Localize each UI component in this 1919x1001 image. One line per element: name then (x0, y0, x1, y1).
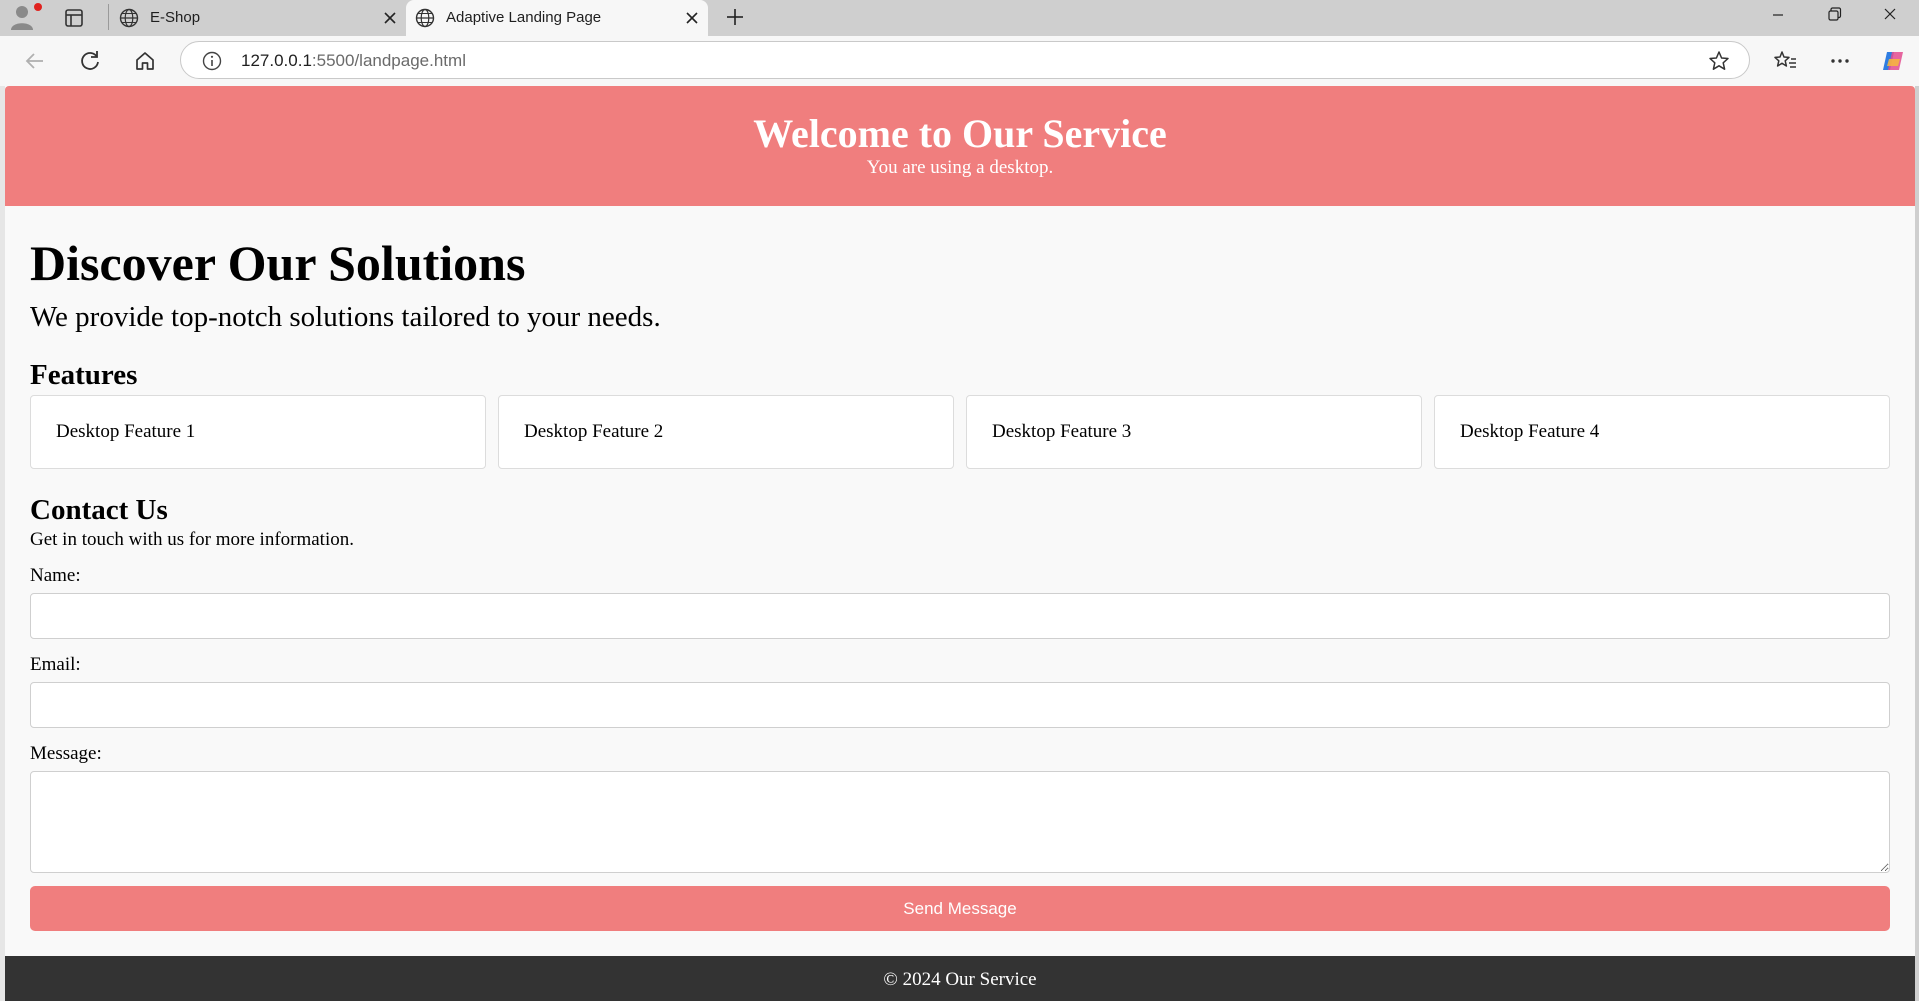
more-icon (1831, 59, 1849, 63)
hero-text: We provide top-notch solutions tailored … (30, 301, 661, 333)
feature-card: Desktop Feature 3 (966, 395, 1422, 469)
site-title: Welcome to Our Service (753, 111, 1167, 156)
features-list: Desktop Feature 1 Desktop Feature 2 Desk… (30, 395, 1890, 469)
url-host: 127.0.0.1 (241, 51, 312, 70)
notification-dot (34, 3, 42, 11)
message-label: Message: (30, 743, 102, 764)
reload-icon (81, 51, 99, 70)
minimize-icon (1773, 14, 1783, 16)
email-label: Email: (30, 654, 81, 675)
copilot-icon (1883, 52, 1903, 70)
tab-strip: E-Shop Adaptive Landing Page (0, 0, 1919, 36)
globe-icon (415, 8, 435, 28)
site-footer: © 2024 Our Service (5, 956, 1915, 1001)
tab-adaptive-landing-page[interactable]: Adaptive Landing Page (406, 0, 708, 36)
tab-eshop[interactable]: E-Shop (110, 0, 406, 36)
minimize-button[interactable] (1750, 0, 1806, 30)
name-field[interactable] (30, 593, 1890, 639)
site-header: Welcome to Our Service You are using a d… (5, 86, 1915, 206)
url-text[interactable]: 127.0.0.1:5500/landpage.html (241, 51, 466, 71)
contact-title: Contact Us (30, 494, 168, 526)
send-message-button[interactable]: Send Message (30, 886, 1890, 931)
window-close-button[interactable] (1862, 0, 1918, 30)
globe-icon (119, 8, 139, 28)
page-viewport: Welcome to Our Service You are using a d… (5, 86, 1915, 1001)
tab-actions-button[interactable] (62, 6, 86, 30)
back-button[interactable] (20, 46, 50, 76)
home-icon (136, 52, 154, 70)
device-message: You are using a desktop. (866, 157, 1054, 178)
favorites-icon (1774, 51, 1796, 68)
contact-text: Get in touch with us for more informatio… (30, 529, 354, 550)
back-icon (25, 53, 43, 69)
home-button[interactable] (130, 46, 160, 76)
message-field[interactable] (30, 771, 1890, 873)
window-close-icon (1884, 8, 1896, 20)
hero-title: Discover Our Solutions (30, 235, 526, 291)
favorites-button[interactable] (1770, 46, 1800, 76)
reload-button[interactable] (75, 46, 105, 76)
close-icon[interactable] (682, 8, 702, 28)
star-icon[interactable] (1707, 49, 1731, 73)
tab-actions-icon (65, 9, 83, 27)
browser-toolbar: 127.0.0.1:5500/landpage.html (0, 36, 1919, 86)
feature-card: Desktop Feature 1 (30, 395, 486, 469)
browser-frame-right (1915, 86, 1919, 1001)
close-icon[interactable] (380, 8, 400, 28)
copilot-button[interactable] (1878, 46, 1908, 76)
feature-card: Desktop Feature 4 (1434, 395, 1890, 469)
new-tab-button[interactable] (720, 2, 750, 32)
tab-title: Adaptive Landing Page (446, 9, 602, 26)
restore-button[interactable] (1806, 0, 1862, 30)
tab-separator (108, 4, 109, 30)
more-button[interactable] (1825, 46, 1855, 76)
profile-button[interactable] (10, 3, 44, 31)
plus-icon (727, 9, 743, 25)
tab-title: E-Shop (150, 9, 201, 26)
feature-card: Desktop Feature 2 (498, 395, 954, 469)
name-label: Name: (30, 565, 81, 586)
info-icon[interactable] (201, 50, 223, 72)
email-field[interactable] (30, 682, 1890, 728)
address-bar[interactable]: 127.0.0.1:5500/landpage.html (180, 41, 1750, 79)
restore-icon (1828, 7, 1842, 21)
features-title: Features (30, 359, 138, 391)
url-path: :5500/landpage.html (311, 51, 466, 70)
